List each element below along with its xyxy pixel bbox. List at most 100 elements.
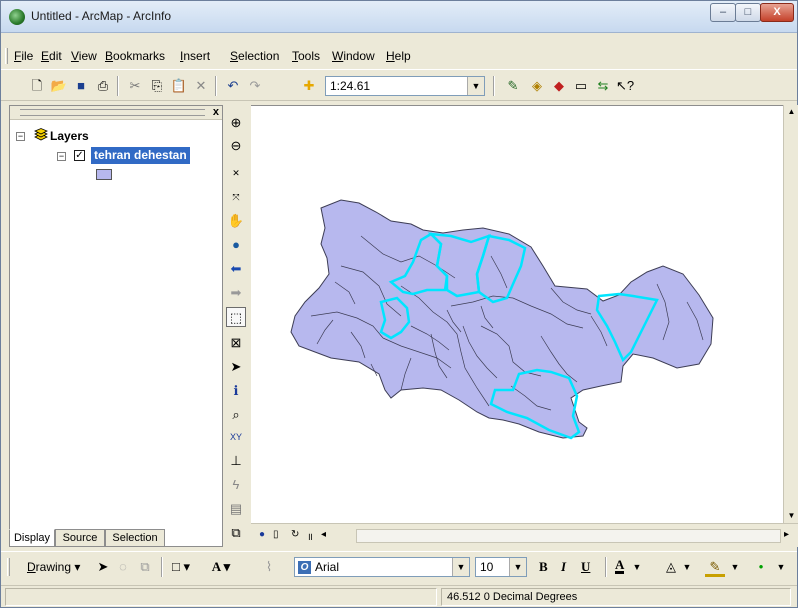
measure-ruler-icon[interactable]: ⊥ [226,451,246,471]
editor-toolbar-icon[interactable]: ✎ [503,76,523,96]
pan-hand-icon[interactable]: ✋ [226,211,246,231]
menu-tools[interactable]: Tools [292,49,320,63]
print-icon[interactable]: ⎙ [93,76,113,96]
bold-button[interactable]: B [539,559,548,575]
scroll-left-icon[interactable]: ◂ [321,529,326,540]
marker-color-icon[interactable]: • [751,557,771,577]
chevron-down-icon[interactable]: ▼ [725,557,745,577]
hyperlink-lightning-icon[interactable]: ϟ [226,475,246,495]
close-button[interactable]: X [760,3,794,22]
italic-button[interactable]: I [561,559,566,575]
whats-this-help-icon[interactable]: ↖? [615,76,635,96]
menu-window[interactable]: Window [332,49,375,63]
arccatalog-icon[interactable]: ◈ [527,76,547,96]
clear-selection-icon[interactable]: ⊠ [226,333,246,353]
scroll-down-icon[interactable]: ▼ [784,509,798,523]
font-size-combobox[interactable]: 10 ▼ [475,557,527,577]
html-popup-icon[interactable]: ▤ [226,499,246,519]
menu-file[interactable]: File [14,49,33,63]
add-data-icon[interactable]: ✚ [299,76,319,96]
command-line-icon[interactable]: ▭ [571,76,591,96]
chevron-down-icon[interactable]: ▼ [452,558,469,576]
new-document-icon[interactable]: 🗋 [27,76,47,96]
redo-icon[interactable]: ↷ [245,76,265,96]
go-back-extent-icon[interactable]: ⬅ [226,259,246,279]
collapse-icon[interactable]: − [16,132,25,141]
tab-display[interactable]: Display [9,529,55,547]
chevron-down-icon[interactable]: ▼ [627,557,647,577]
save-icon[interactable]: ■ [71,76,91,96]
zoom-to-selected-icon[interactable]: ⧉ [135,557,155,577]
tehran-dehestan-polygons[interactable] [290,199,714,440]
minimize-button[interactable]: – [710,3,736,22]
menu-view[interactable]: View [71,49,97,63]
go-forward-extent-icon[interactable]: ➡ [226,283,246,303]
underline-button[interactable]: U [581,559,590,575]
layer-symbol-swatch[interactable] [96,169,112,180]
font-color-button[interactable]: A [615,558,625,574]
arctoolbox-icon[interactable]: ◆ [549,76,569,96]
map-horizontal-scrollbar[interactable] [356,529,781,543]
scroll-right-icon[interactable]: ▸ [784,529,789,540]
select-elements-arrow-icon[interactable]: ➤ [226,357,246,377]
zoom-in-icon[interactable]: ⊕ [226,113,246,133]
select-features-icon[interactable]: ⬚ [226,307,246,327]
delete-icon[interactable]: ✕ [191,76,211,96]
tab-selection[interactable]: Selection [105,529,165,547]
toc-title-bar[interactable]: x [10,106,222,120]
rectangle-tool-icon[interactable]: □ ▾ [171,557,191,577]
layer-visibility-checkbox[interactable]: ✓ [74,150,85,161]
tab-source[interactable]: Source [55,529,105,547]
go-to-xy-icon[interactable]: XY [226,427,246,447]
font-combobox[interactable]: O Arial ▼ [294,557,470,577]
rotate-icon[interactable]: ◌ [113,557,133,577]
line-color-icon[interactable]: ✎ [705,557,725,577]
font-type-icon: O [298,561,311,574]
select-elements-icon[interactable]: ➤ [93,557,113,577]
chevron-down-icon[interactable]: ▼ [677,557,697,577]
layer-name-tehran-dehestan[interactable]: tehran dehestan [91,147,190,164]
drawbar-grip[interactable] [7,558,10,576]
layers-data-frame[interactable]: Layers [50,129,89,143]
find-binoculars-icon[interactable]: ⌕ [226,405,246,425]
copy-icon[interactable]: ⎘ [147,76,167,96]
menu-selection[interactable]: Selection [230,49,279,63]
collapse-icon[interactable]: − [57,152,66,161]
identify-info-icon[interactable]: ℹ [226,381,246,401]
paste-icon[interactable]: 📋 [169,76,189,96]
chevron-down-icon[interactable]: ▼ [509,558,526,576]
menu-help[interactable]: Help [386,49,411,63]
data-view-icon[interactable]: ● [259,529,265,540]
chevron-down-icon[interactable]: ▼ [771,557,791,577]
maximize-button[interactable]: □ [735,3,761,22]
menu-edit[interactable]: Edit [41,49,62,63]
fixed-zoom-out-icon[interactable]: ⤧ [226,187,246,207]
menu-insert[interactable]: Insert [180,49,210,63]
time-slider-icon[interactable]: ⧉ [226,523,246,543]
layout-view-icon[interactable]: ▯ [273,529,279,540]
chevron-down-icon[interactable]: ▼ [467,77,484,95]
toc-close-icon[interactable]: x [213,106,219,119]
menubar-grip[interactable] [5,48,8,64]
pause-drawing-icon[interactable]: ॥ [307,529,313,543]
scroll-up-icon[interactable]: ▲ [784,105,798,119]
fixed-zoom-in-icon[interactable]: ✕ [226,163,246,183]
edit-vertices-icon[interactable]: ⌇ [259,557,279,577]
menu-bookmarks[interactable]: Bookmarks [105,49,165,63]
refresh-icon[interactable]: ↻ [291,529,299,540]
open-folder-icon[interactable]: 📂 [49,76,69,96]
cut-icon[interactable]: ✂ [125,76,145,96]
text-tool-icon[interactable]: A ▾ [211,557,231,577]
full-extent-globe-icon[interactable]: ● [226,235,246,255]
status-bar: 46.512 0 Decimal Degrees [1,585,797,607]
map-canvas[interactable] [251,106,783,524]
dehestan-outline[interactable] [290,199,714,439]
map-scale-combobox[interactable]: 1:24.61 ▼ [325,76,485,96]
undo-icon[interactable]: ↶ [223,76,243,96]
map-vertical-scrollbar[interactable]: ▲ ▼ [783,105,798,523]
window-title: Untitled - ArcMap - ArcInfo [31,9,172,23]
drawing-menu[interactable]: Drawing ▾ [27,560,80,574]
map-display[interactable] [251,105,783,523]
zoom-out-icon[interactable]: ⊖ [226,136,246,156]
model-builder-icon[interactable]: ⇆ [593,76,613,96]
